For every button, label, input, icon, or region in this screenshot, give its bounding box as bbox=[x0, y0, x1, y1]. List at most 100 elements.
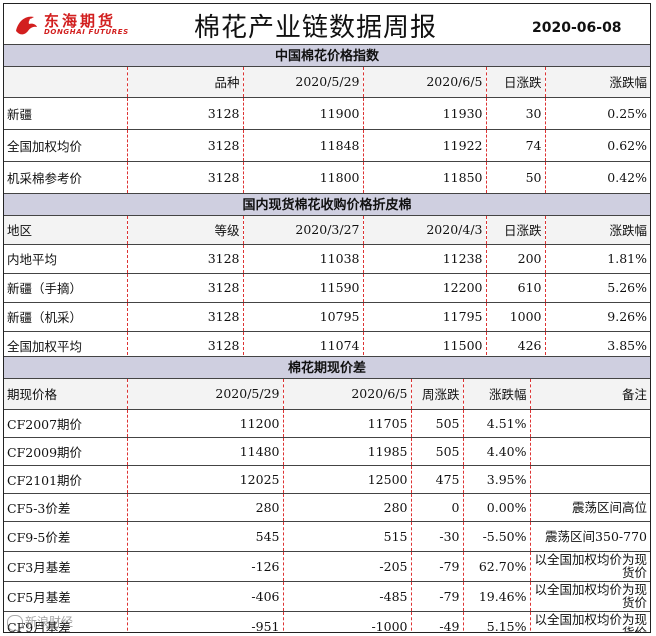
table-cell: CF5-3价差 bbox=[4, 493, 128, 522]
header-cell: 等级 bbox=[127, 216, 244, 245]
header-cell: 期现价格 bbox=[4, 379, 128, 410]
table-row: CF9-5价差 545 515 -30 -5.50% 震荡区间350-770 bbox=[4, 521, 650, 552]
table-row: CF2009期价 11480 11985 505 4.40% bbox=[4, 437, 650, 466]
table-cell: 12500 bbox=[283, 465, 412, 494]
table-cell: 3128 bbox=[127, 244, 244, 274]
table-cell-note bbox=[530, 409, 650, 438]
table-cell: 0.42% bbox=[545, 161, 650, 194]
table-row: 新疆（机采） 3128 10795 11795 1000 9.26% bbox=[4, 302, 650, 332]
dragon-logo-icon bbox=[16, 16, 37, 35]
header-cell: 涨跌幅 bbox=[463, 379, 531, 410]
header-cell: 2020/6/5 bbox=[283, 379, 412, 410]
table-cell: 3128 bbox=[127, 273, 244, 303]
table-cell: 3128 bbox=[127, 97, 244, 130]
table-cell: 50 bbox=[486, 161, 546, 194]
table-cell: 内地平均 bbox=[4, 244, 128, 274]
table-cell: 11795 bbox=[363, 302, 487, 332]
table-cell: CF2009期价 bbox=[4, 437, 128, 466]
report-frame: 东海期货 DONGHAI FUTURES 棉花产业链数据周报 2020-06-0… bbox=[3, 3, 651, 633]
weibo-eye-icon bbox=[7, 614, 23, 631]
table-cell-note: 以全国加权均价为现货价 bbox=[530, 581, 650, 612]
report-date: 2020-06-08 bbox=[532, 20, 622, 36]
table-row: 机采棉参考价 3128 11800 11850 50 0.42% bbox=[4, 161, 650, 194]
futures-spot-spread-table: 期现价格 2020/5/29 2020/6/5 周涨跌 涨跌幅 备注 CF200… bbox=[4, 379, 650, 632]
table-cell: -406 bbox=[127, 581, 284, 612]
section-title-futures-spot-spread: 棉花期现价差 bbox=[4, 356, 650, 379]
table-row: CF3月基差 -126 -205 -79 62.70% 以全国加权均价为现货价 bbox=[4, 551, 650, 582]
table-cell: 11238 bbox=[363, 244, 487, 274]
table-row: 新疆 3128 11900 11930 30 0.25% bbox=[4, 97, 650, 130]
table-cell-note: 震荡区间350-770 bbox=[530, 521, 650, 552]
table-cell: -79 bbox=[411, 581, 464, 612]
table-cell: 11800 bbox=[243, 161, 364, 194]
header-cell: 日涨跌 bbox=[486, 67, 546, 98]
table-cell: CF3月基差 bbox=[4, 551, 128, 582]
table-cell: 11850 bbox=[363, 161, 487, 194]
table-cell: 11705 bbox=[283, 409, 412, 438]
table-cell: 62.70% bbox=[463, 551, 531, 582]
header-cell: 周涨跌 bbox=[411, 379, 464, 410]
table-cell: 10795 bbox=[243, 302, 364, 332]
table-cell: 新疆（手摘） bbox=[4, 273, 128, 303]
table-cell: 475 bbox=[411, 465, 464, 494]
table-cell: 545 bbox=[127, 521, 284, 552]
table-cell: 机采棉参考价 bbox=[4, 161, 128, 194]
table-cell-note bbox=[530, 437, 650, 466]
table-cell: 3128 bbox=[127, 129, 244, 162]
header-cell: 2020/3/27 bbox=[243, 216, 364, 245]
table-cell: 74 bbox=[486, 129, 546, 162]
table-header-row: 期现价格 2020/5/29 2020/6/5 周涨跌 涨跌幅 备注 bbox=[4, 379, 650, 410]
header-cell: 地区 bbox=[4, 216, 128, 245]
table-cell: 0.00% bbox=[463, 493, 531, 522]
report-header: 东海期货 DONGHAI FUTURES 棉花产业链数据周报 2020-06-0… bbox=[4, 4, 650, 44]
table-cell: 30 bbox=[486, 97, 546, 130]
table-cell: 11480 bbox=[127, 437, 284, 466]
table-row: CF5月基差 -406 -485 -79 19.46% 以全国加权均价为现货价 bbox=[4, 581, 650, 612]
table-cell: CF2007期价 bbox=[4, 409, 128, 438]
table-cell: CF5月基差 bbox=[4, 581, 128, 612]
table-cell: 9.26% bbox=[545, 302, 650, 332]
table-cell: 610 bbox=[486, 273, 546, 303]
cotton-price-index-table: 品种 2020/5/29 2020/6/5 日涨跌 涨跌幅 新疆 3128 11… bbox=[4, 67, 650, 194]
table-cell: 4.40% bbox=[463, 437, 531, 466]
table-cell: -30 bbox=[411, 521, 464, 552]
spot-purchase-price-table: 地区 等级 2020/3/27 2020/4/3 日涨跌 涨跌幅 内地平均 31… bbox=[4, 216, 650, 361]
header-cell: 备注 bbox=[530, 379, 650, 410]
table-cell: -49 bbox=[411, 611, 464, 632]
header-cell: 2020/5/29 bbox=[127, 379, 284, 410]
table-cell: 12025 bbox=[127, 465, 284, 494]
header-cell: 2020/5/29 bbox=[243, 67, 364, 98]
table-header-row: 品种 2020/5/29 2020/6/5 日涨跌 涨跌幅 bbox=[4, 67, 650, 98]
table-header-row: 地区 等级 2020/3/27 2020/4/3 日涨跌 涨跌幅 bbox=[4, 216, 650, 245]
section-title-cotton-price-index: 中国棉花价格指数 bbox=[4, 44, 650, 67]
table-cell: 新疆（机采） bbox=[4, 302, 128, 332]
table-cell: -205 bbox=[283, 551, 412, 582]
table-cell: 1.81% bbox=[545, 244, 650, 274]
header-cell: 品种 bbox=[127, 67, 244, 98]
table-cell: CF9-5价差 bbox=[4, 521, 128, 552]
table-cell: -126 bbox=[127, 551, 284, 582]
table-cell: -1000 bbox=[283, 611, 412, 632]
header-cell bbox=[4, 67, 128, 98]
logo-english-text: DONGHAI FUTURES bbox=[44, 28, 129, 36]
table-row: 内地平均 3128 11038 11238 200 1.81% bbox=[4, 244, 650, 274]
header-cell: 日涨跌 bbox=[486, 216, 546, 245]
table-cell: 全国加权均价 bbox=[4, 129, 128, 162]
table-cell: 11590 bbox=[243, 273, 364, 303]
table-cell: 200 bbox=[486, 244, 546, 274]
table-row: 新疆（手摘） 3128 11590 12200 610 5.26% bbox=[4, 273, 650, 303]
table-cell: 0.62% bbox=[545, 129, 650, 162]
table-cell: -951 bbox=[127, 611, 284, 632]
table-cell: 515 bbox=[283, 521, 412, 552]
report-title: 棉花产业链数据周报 bbox=[194, 13, 438, 43]
table-cell: 280 bbox=[283, 493, 412, 522]
table-cell: 11985 bbox=[283, 437, 412, 466]
table-cell: 280 bbox=[127, 493, 284, 522]
header-cell: 涨跌幅 bbox=[545, 216, 650, 245]
table-row: CF9月基差 -951 -1000 -49 5.15% 以全国加权均价为现货价 bbox=[4, 611, 650, 632]
table-cell: 新疆 bbox=[4, 97, 128, 130]
table-cell: -5.50% bbox=[463, 521, 531, 552]
table-cell: 5.15% bbox=[463, 611, 531, 632]
table-cell: 11922 bbox=[363, 129, 487, 162]
table-cell: 11900 bbox=[243, 97, 364, 130]
